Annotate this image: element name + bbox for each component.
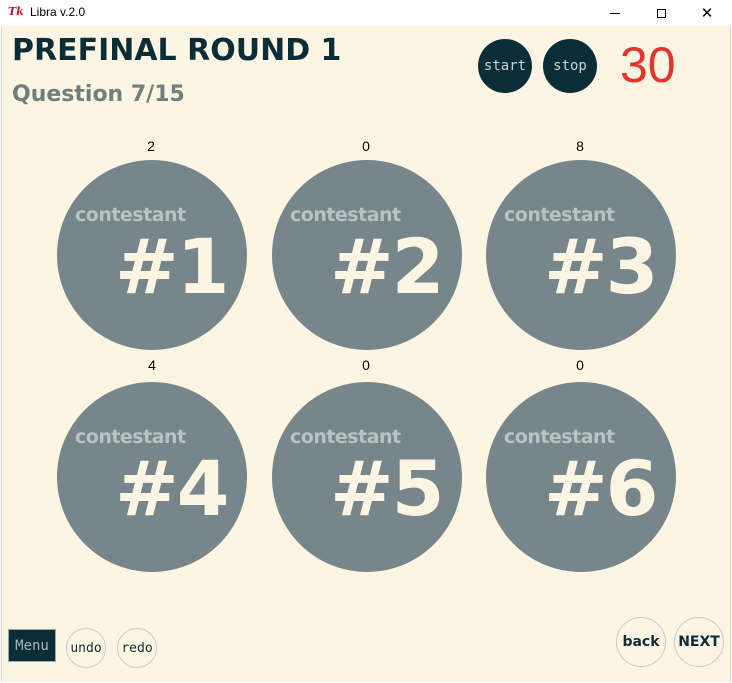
contestant-number: #2	[330, 222, 445, 311]
contestant-number: #1	[115, 222, 230, 311]
contestant-2-button[interactable]: contestant #2	[272, 160, 462, 350]
redo-button[interactable]: redo	[117, 628, 157, 668]
contestant-4-score: 4	[148, 357, 156, 373]
timer: 30	[620, 37, 676, 93]
contestant-6-button[interactable]: contestant #6	[486, 382, 676, 572]
main-window: PREFINAL ROUND 1 Question 7/15 start sto…	[1, 26, 731, 682]
next-button[interactable]: NEXT	[674, 617, 724, 667]
start-button[interactable]: start	[478, 39, 532, 93]
contestant-1-score: 2	[147, 138, 155, 154]
close-icon: ✕	[700, 4, 714, 22]
title-bar: Tk Libra v.2.0 ✕	[0, 0, 732, 26]
close-button[interactable]: ✕	[684, 0, 730, 26]
maximize-icon	[656, 8, 666, 18]
contestant-2-score: 0	[362, 138, 370, 154]
contestant-3-score: 8	[576, 138, 584, 154]
contestant-3-button[interactable]: contestant #3	[486, 160, 676, 350]
contestant-5-button[interactable]: contestant #5	[272, 382, 462, 572]
contestant-number: #6	[544, 444, 659, 533]
contestant-number: #5	[330, 444, 445, 533]
question-counter: Question 7/15	[12, 82, 185, 107]
window-title: Libra v.2.0	[30, 5, 86, 19]
minimize-button[interactable]	[592, 0, 638, 26]
undo-button[interactable]: undo	[66, 628, 106, 668]
contestant-number: #4	[115, 444, 230, 533]
tk-icon: Tk	[8, 5, 24, 18]
contestant-4-button[interactable]: contestant #4	[57, 382, 247, 572]
contestant-1-button[interactable]: contestant #1	[57, 160, 247, 350]
minimize-icon	[610, 12, 620, 14]
contestant-number: #3	[544, 222, 659, 311]
back-button[interactable]: back	[616, 617, 666, 667]
contestant-5-score: 0	[362, 357, 370, 373]
maximize-button[interactable]	[638, 0, 684, 26]
menu-button[interactable]: Menu	[8, 629, 56, 662]
contestant-6-score: 0	[576, 357, 584, 373]
stop-button[interactable]: stop	[543, 39, 597, 93]
round-title: PREFINAL ROUND 1	[12, 33, 342, 68]
